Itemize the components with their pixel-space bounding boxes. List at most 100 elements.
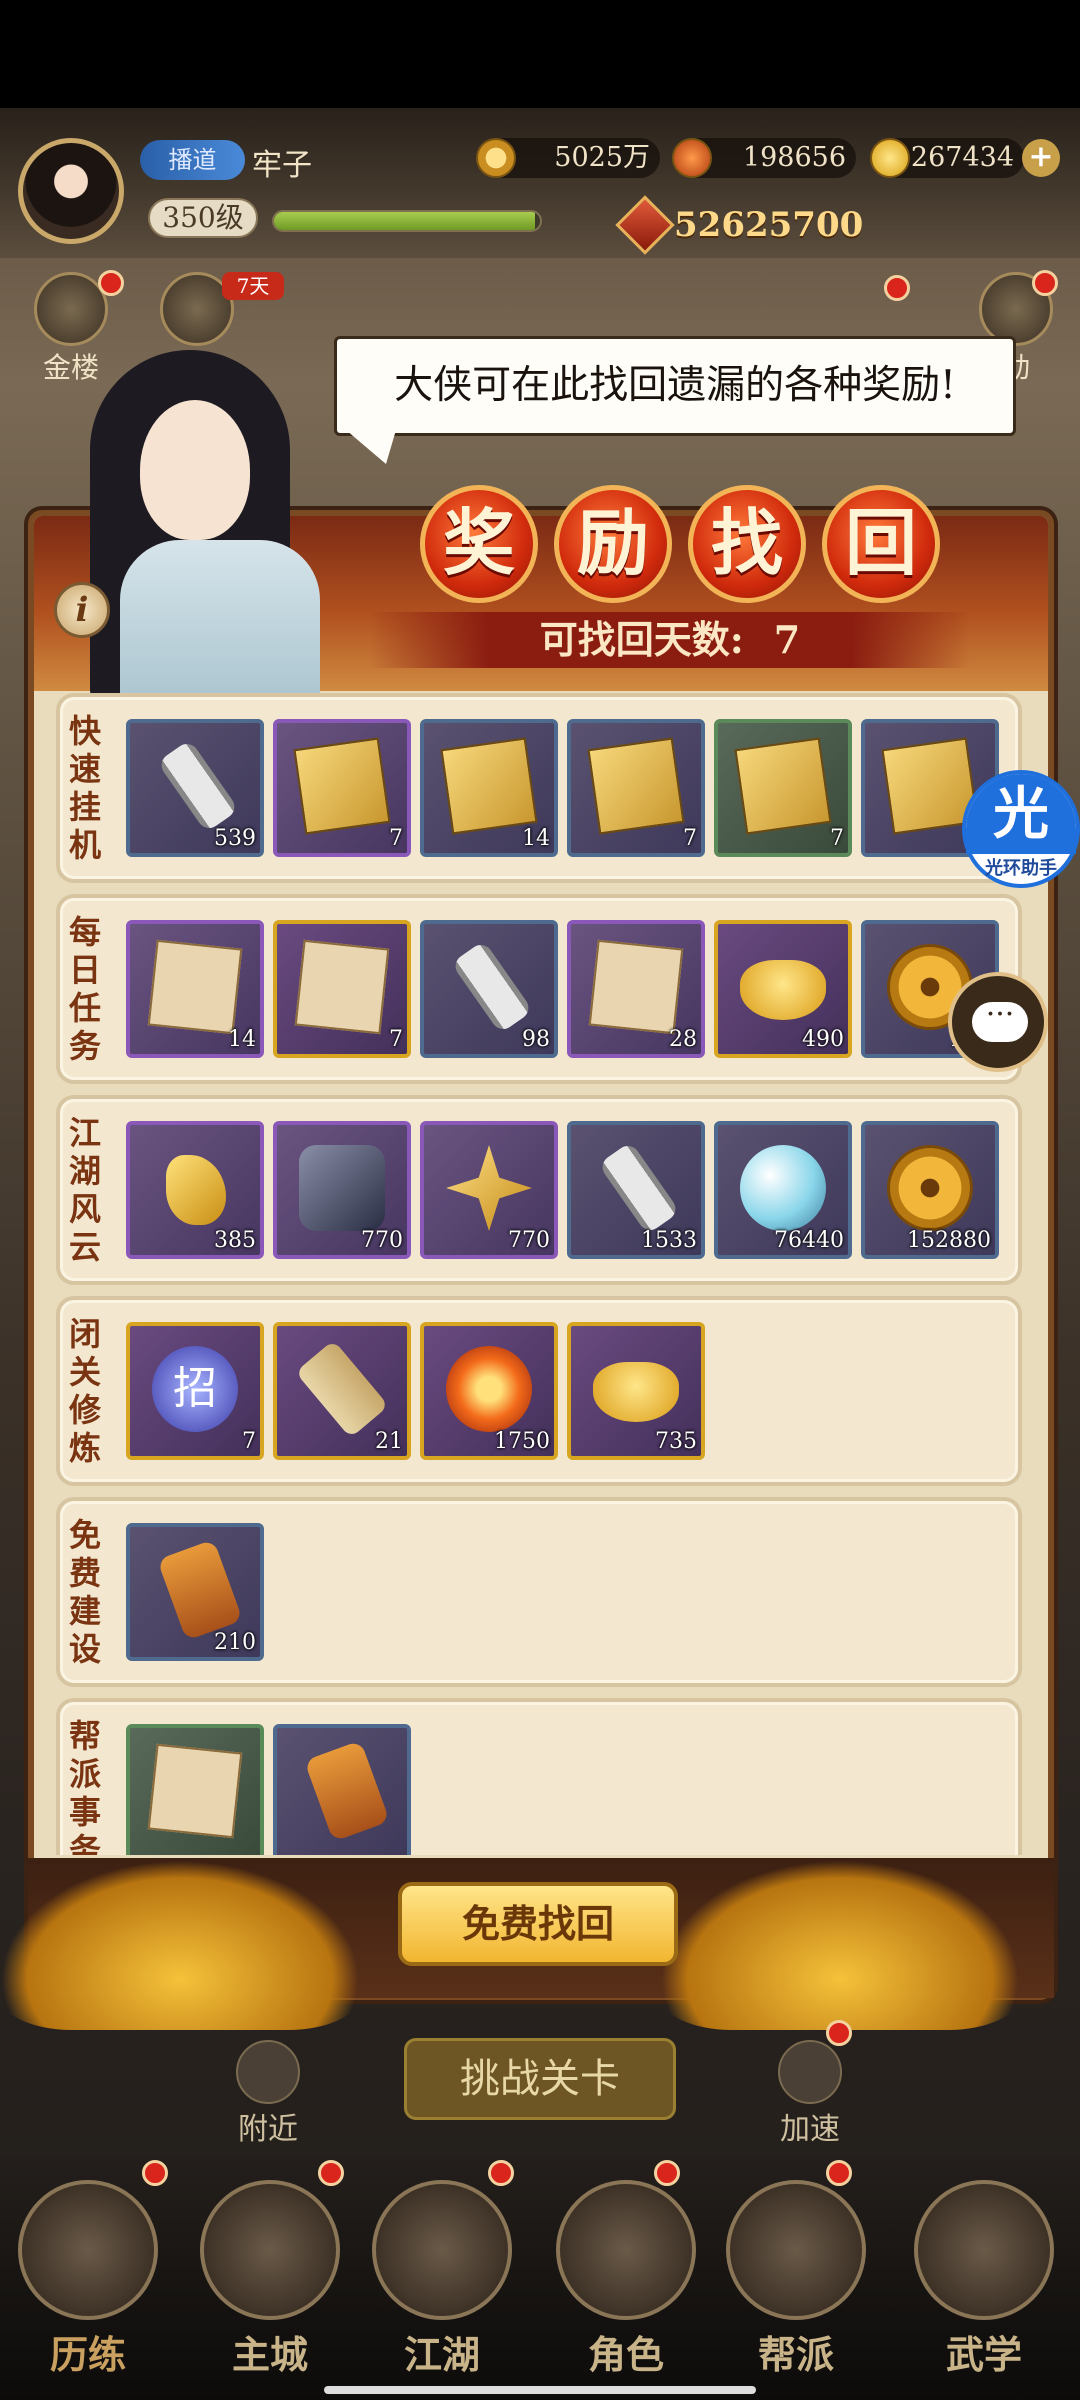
resource-value: 198656 bbox=[742, 142, 846, 173]
reward-item[interactable]: 735 bbox=[567, 1322, 705, 1460]
martial-manual-icon bbox=[440, 737, 538, 835]
reward-item[interactable]: 21 bbox=[273, 1322, 411, 1460]
guild-letter-icon bbox=[147, 1743, 243, 1839]
treasure-pile-left bbox=[0, 1860, 360, 2030]
gold-ingot-icon bbox=[593, 1362, 679, 1422]
combat-power: 52625700 bbox=[612, 195, 882, 255]
helper-float-button[interactable]: 光光环助手 bbox=[962, 770, 1080, 888]
item-count: 152880 bbox=[907, 1228, 991, 1253]
reward-items: 539 7 14 7 7 bbox=[126, 719, 999, 859]
reward-item[interactable]: 385 bbox=[126, 1121, 264, 1259]
gold-ingot-icon bbox=[740, 960, 826, 1020]
exp-bar-fill bbox=[274, 212, 535, 230]
reward-row-label: 每日任务 bbox=[64, 915, 102, 1067]
reward-item[interactable]: 210 bbox=[126, 1523, 264, 1661]
nav-training[interactable]: 历练 bbox=[8, 2180, 168, 2380]
reward-item[interactable]: 76440 bbox=[714, 1121, 852, 1259]
skill-orb-icon: 招 bbox=[152, 1346, 238, 1432]
item-count: 21 bbox=[375, 1429, 403, 1454]
character-icon bbox=[556, 2180, 696, 2320]
notification-dot bbox=[98, 270, 124, 296]
reward-rows[interactable]: 快速挂机53971477每日任务1479828490190江湖风云3857707… bbox=[56, 693, 1022, 1855]
city-icon bbox=[200, 2180, 340, 2320]
letter-icon bbox=[294, 939, 390, 1035]
guild-token-icon bbox=[304, 1740, 390, 1842]
reward-item[interactable]: 1533 bbox=[567, 1121, 705, 1259]
item-count: 770 bbox=[508, 1228, 550, 1253]
speedup-button[interactable]: 加速 bbox=[760, 2040, 860, 2147]
reward-item[interactable]: 1750 bbox=[420, 1322, 558, 1460]
reward-item[interactable]: 152880 bbox=[861, 1121, 999, 1259]
reward-item[interactable]: 14 bbox=[126, 920, 264, 1058]
reward-item[interactable]: 7 bbox=[714, 719, 852, 857]
item-count: 7 bbox=[389, 826, 403, 851]
nearby-label: 附近 bbox=[238, 2112, 298, 2147]
martial-manual-icon bbox=[293, 737, 391, 835]
notification-dot bbox=[1032, 270, 1058, 296]
item-count: 76440 bbox=[774, 1228, 844, 1253]
gem-icon bbox=[672, 138, 712, 178]
reward-item[interactable]: 招7 bbox=[126, 1322, 264, 1460]
item-count: 210 bbox=[214, 1630, 256, 1655]
reward-item[interactable]: 7 bbox=[273, 719, 411, 857]
speed-icon bbox=[778, 2040, 842, 2104]
nav-label: 历练 bbox=[49, 2332, 126, 2377]
nav-guild[interactable]: 帮派 bbox=[716, 2180, 876, 2380]
nav-martial-arts[interactable]: 武学 bbox=[904, 2180, 1064, 2380]
people-icon bbox=[236, 2040, 300, 2104]
reward-row: 每日任务1479828490190 bbox=[56, 894, 1022, 1084]
item-count: 98 bbox=[522, 1027, 550, 1052]
reward-item[interactable]: 7 bbox=[567, 719, 705, 857]
chat-button[interactable]: ··· bbox=[948, 972, 1048, 1072]
reward-item[interactable]: 539 bbox=[126, 719, 264, 857]
nav-label: 主城 bbox=[231, 2332, 308, 2377]
martial-manual-icon bbox=[587, 737, 685, 835]
nav-character[interactable]: 角色 bbox=[546, 2180, 706, 2380]
item-count: 539 bbox=[214, 826, 256, 851]
nav-label: 角色 bbox=[587, 2332, 664, 2377]
item-count: 7 bbox=[389, 1027, 403, 1052]
nav-label: 帮派 bbox=[757, 2332, 834, 2377]
reward-items: 385 770 770 1533 76440 152880 bbox=[126, 1121, 999, 1261]
notification-dot bbox=[142, 2160, 168, 2186]
player-avatar[interactable] bbox=[18, 138, 124, 244]
notification-dot bbox=[826, 2160, 852, 2186]
reward-row-label: 帮派事务 bbox=[64, 1719, 102, 1855]
copper-coin-icon bbox=[476, 138, 516, 178]
reward-item[interactable]: 98 bbox=[420, 920, 558, 1058]
reward-item[interactable]: 770 bbox=[420, 1121, 558, 1259]
notification-dot bbox=[826, 2020, 852, 2046]
reward-items: 1479828490190 bbox=[126, 920, 999, 1060]
nav-main-city[interactable]: 主城 bbox=[190, 2180, 350, 2380]
reward-item[interactable]: 7 bbox=[273, 920, 411, 1058]
resource-gem: 198656 bbox=[672, 138, 856, 178]
item-count: 7 bbox=[242, 1429, 256, 1454]
resource-copper: 5025万 bbox=[476, 138, 660, 178]
npc-face bbox=[140, 400, 250, 540]
home-indicator[interactable] bbox=[324, 2386, 756, 2394]
reward-item[interactable] bbox=[273, 1724, 411, 1855]
challenge-stage-button[interactable]: 挑战关卡 bbox=[404, 2038, 676, 2120]
reward-item[interactable]: 490 bbox=[714, 920, 852, 1058]
time-badge: 7天 bbox=[222, 272, 284, 300]
reward-item[interactable] bbox=[126, 1724, 264, 1855]
reward-row: 闭关修炼招 7 21 1750 735 bbox=[56, 1296, 1022, 1486]
item-count: 7 bbox=[683, 826, 697, 851]
free-recover-button[interactable]: 免费找回 bbox=[398, 1882, 678, 1966]
reward-item[interactable]: 770 bbox=[273, 1121, 411, 1259]
player-name: 牢子 bbox=[252, 148, 312, 183]
item-count: 770 bbox=[361, 1228, 403, 1253]
nav-jianghu[interactable]: 江湖 bbox=[362, 2180, 522, 2380]
reward-item[interactable]: 14 bbox=[420, 719, 558, 857]
item-count: 385 bbox=[214, 1228, 256, 1253]
recoverable-days: 可找回天数: 7 bbox=[370, 612, 970, 668]
martial-scroll-icon bbox=[914, 2180, 1054, 2320]
resource-value: 5025万 bbox=[554, 142, 650, 173]
treasure-pile-right bbox=[660, 1860, 1020, 2030]
nearby-button[interactable]: 附近 bbox=[218, 2040, 318, 2147]
reward-item[interactable]: 28 bbox=[567, 920, 705, 1058]
reward-row: 帮派事务 bbox=[56, 1698, 1022, 1855]
info-button[interactable]: i bbox=[54, 582, 110, 638]
add-currency-button[interactable]: + bbox=[1022, 139, 1060, 177]
notification-dot bbox=[654, 2160, 680, 2186]
